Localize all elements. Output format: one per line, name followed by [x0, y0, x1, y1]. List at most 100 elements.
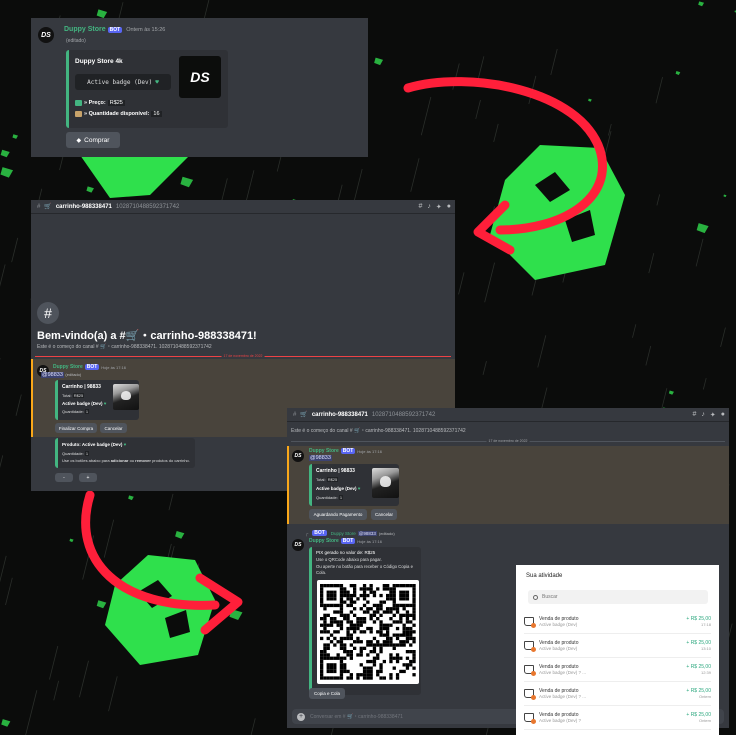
edited-label: (editado): [65, 372, 82, 377]
bot-avatar[interactable]: DS: [292, 450, 304, 462]
activity-row[interactable]: Venda de produto Active badge (Dev) ? ...…: [524, 658, 711, 682]
pin-icon[interactable]: ✦: [436, 203, 442, 211]
product-embed: Produto: Active badge (Dev) ♥ Quantidade…: [55, 438, 195, 468]
date-divider: 17 de novembro de 2022: [35, 354, 451, 358]
embed-thumbnail[interactable]: DS: [179, 56, 221, 98]
product-box: Active badge (Dev) ♥: [75, 74, 171, 90]
waiting-payment-button[interactable]: Aguardando Pagamento: [309, 509, 367, 520]
buy-button[interactable]: ◆ Comprar: [66, 132, 120, 148]
channel-header: # 🛒 carrinho-988338471 10287104885923717…: [31, 200, 455, 214]
bot-avatar[interactable]: DS: [38, 27, 54, 43]
cart-title: Carrinho | 98833: [62, 384, 101, 390]
bag-icon: [524, 665, 536, 676]
activity-panel: Sua atividade Buscar Venda de produto Act…: [516, 565, 719, 735]
members-icon[interactable]: ●: [721, 411, 725, 419]
channel-hash-circle: #: [37, 302, 59, 324]
channel-header: # 🛒 carrinho-988338471 10287104885923717…: [287, 408, 729, 422]
pix-embed: PIX gerado no valor de: R$25 Use o QRCod…: [309, 547, 421, 695]
channel-name: carrinho-988338471: [55, 203, 112, 210]
heart-icon: ♥: [123, 442, 127, 447]
copy-paste-button[interactable]: Copia e Cola: [309, 688, 345, 699]
cart-icon: ◆: [76, 137, 82, 144]
threads-icon[interactable]: #: [418, 203, 422, 211]
qr-code[interactable]: [317, 580, 419, 684]
product-line: Produto: Active badge (Dev): [62, 442, 123, 447]
author-name[interactable]: Duppy Store: [64, 26, 106, 33]
bot-avatar[interactable]: DS: [292, 539, 304, 551]
bot-tag: BOT: [312, 530, 327, 536]
embed-thumbnail[interactable]: [372, 468, 399, 498]
activity-row[interactable]: Venda de produto Active badge (Dev) ? + R$…: [524, 706, 711, 730]
welcome-heading: Bem-vindo(a) a #🛒・carrinho-988338471!: [37, 330, 257, 342]
activity-row-sub: Active badge (Dev): [539, 646, 578, 651]
cart-item: Active badge (Dev): [316, 486, 357, 491]
pin-icon[interactable]: ✦: [710, 411, 716, 419]
activity-row[interactable]: Venda de produto Active badge (Dev) + R$ 2…: [524, 634, 711, 658]
total-label: Total:: [62, 393, 72, 398]
qty-value: 1: [84, 409, 90, 414]
bell-icon[interactable]: ♪: [427, 203, 431, 211]
box-icon: [75, 111, 82, 117]
channel-start-text: Este é o começo do canal # 🛒・carrinho-98…: [37, 344, 212, 350]
cart-emoji-icon: 🛒: [300, 412, 308, 418]
user-mention[interactable]: @98833: [309, 455, 332, 461]
reply-mention[interactable]: @98833: [357, 530, 377, 536]
reply-bot-name[interactable]: Duppy Store: [331, 531, 356, 536]
total-value: R$25: [326, 477, 339, 482]
cart-hint: Use os botões abaixo para adicionar ou r…: [62, 458, 190, 463]
minus-button[interactable]: -: [55, 473, 73, 482]
qr-instruction: Use o QRCode abaixo para pagar.: [316, 557, 382, 562]
pix-line: PIX gerado no valor de: R$25: [316, 550, 376, 555]
embed-thumbnail[interactable]: [113, 384, 139, 410]
cart-item: Active badge (Dev): [62, 401, 103, 406]
cart-emoji-icon: 🛒: [44, 204, 52, 210]
activity-row-time: Ontem: [698, 694, 711, 699]
bot-name[interactable]: Duppy Store: [309, 538, 339, 544]
activity-row-sub: Active badge (Dev) ? ...: [539, 670, 587, 675]
activity-row-time: Ontem: [698, 718, 711, 723]
activity-row-sub: Active badge (Dev) ?: [539, 718, 582, 723]
members-icon[interactable]: ●: [447, 203, 451, 211]
bag-icon: [524, 617, 536, 628]
hashtag-icon: #: [37, 203, 41, 210]
heart-icon: ♥: [357, 486, 361, 491]
bell-icon[interactable]: ♪: [701, 411, 705, 419]
activity-title: Sua atividade: [526, 573, 563, 579]
date-divider: 17 de novembro de 2022: [291, 439, 725, 443]
hashtag-icon: #: [293, 411, 297, 418]
user-mention[interactable]: @98833: [41, 372, 64, 378]
bot-name[interactable]: Duppy Store: [53, 364, 83, 370]
add-attachment-icon[interactable]: +: [297, 712, 305, 721]
activity-search[interactable]: Buscar: [528, 590, 708, 604]
search-placeholder: Buscar: [542, 594, 558, 600]
product-qty-label: Quantidade:: [62, 451, 84, 456]
activity-row[interactable]: Venda de produto Active badge (Dev) + R$ 2…: [524, 610, 711, 634]
price-value: R$25: [107, 100, 125, 106]
channel-start-text: Este é o começo do canal # 🛒・carrinho-98…: [291, 428, 466, 434]
bag-icon: [524, 713, 536, 724]
search-icon: [533, 594, 538, 600]
plus-button[interactable]: +: [79, 473, 97, 482]
cart-embed: Carrinho | 98833 Total: R$25 Active badg…: [55, 380, 139, 420]
cancel-button[interactable]: Cancelar: [100, 423, 127, 433]
threads-icon[interactable]: #: [692, 411, 696, 419]
activity-row-sub: Active badge (Dev): [539, 622, 578, 627]
activity-row[interactable]: Venda de produto Active badge (Dev) ? ...…: [524, 682, 711, 706]
finalize-button[interactable]: Finalizar Compra: [55, 423, 97, 433]
cart-title: Carrinho | 98833: [316, 468, 355, 474]
activity-row-time: 12:39: [700, 670, 711, 675]
bot-time: Hoje às 17:16: [101, 364, 126, 370]
qty-label: Quantidade:: [62, 409, 84, 414]
bot-tag: BOT: [84, 364, 100, 370]
activity-row-time: 13:10: [700, 646, 711, 651]
activity-row-sub: Active badge (Dev) ? ...: [539, 694, 587, 699]
total-label: Total:: [316, 477, 326, 482]
cancel-button[interactable]: Cancelar: [371, 509, 397, 520]
product-qty: 1: [84, 451, 90, 456]
price-label: » Preço:: [84, 100, 106, 106]
heart-icon: ♥: [155, 78, 159, 86]
bot-name[interactable]: Duppy Store: [309, 448, 339, 454]
cart-embed: Carrinho | 98833 Total: R$25 Active badg…: [309, 464, 399, 506]
channel-id: 1028710488592371742: [371, 411, 436, 418]
edited-label: (editado): [378, 530, 395, 536]
